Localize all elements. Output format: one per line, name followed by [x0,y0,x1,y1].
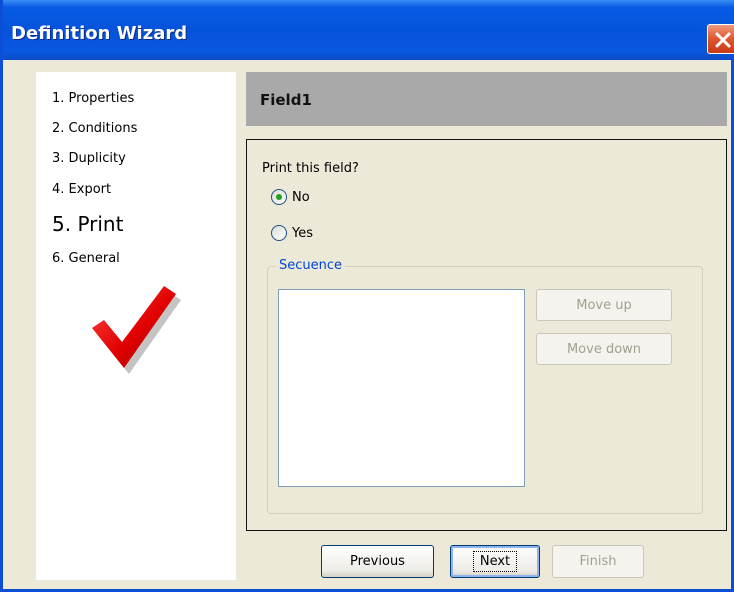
window-title: Definition Wizard [11,23,188,44]
radio-yes[interactable] [271,225,287,241]
title-bar[interactable]: Definition Wizard [3,0,734,60]
checkmark-icon [92,286,181,374]
step-export: 4. Export [52,182,112,197]
radio-no[interactable] [271,189,287,205]
finish-label: Finish [579,554,617,569]
move-down-button[interactable]: Move down [536,333,672,365]
field-header: Field1 [246,72,727,126]
sequence-label: Secuence [276,258,346,273]
print-options-panel: Print this field? No Yes Secuence Move u… [246,139,727,531]
radio-no-row[interactable]: No [271,189,310,205]
print-question: Print this field? [262,161,359,176]
sequence-groupbox: Secuence Move up Move down [267,258,703,514]
step-conditions: 2. Conditions [52,121,138,136]
step-print-current: 5. Print [52,212,124,236]
previous-label: Previous [350,554,405,569]
next-button[interactable]: Next [450,545,540,578]
close-icon [715,32,731,48]
step-duplicity: 3. Duplicity [52,151,126,166]
sequence-list[interactable] [278,289,525,487]
step-general: 6. General [52,251,120,266]
move-up-button[interactable]: Move up [536,289,672,321]
steps-panel: 1. Properties 2. Conditions 3. Duplicity… [36,72,236,580]
previous-button[interactable]: Previous [321,545,434,578]
close-button[interactable] [707,24,734,54]
radio-yes-row[interactable]: Yes [271,225,313,241]
radio-no-label[interactable]: No [292,190,310,205]
wizard-window: Definition Wizard 1. Properties 2. Condi… [0,0,734,592]
field-name: Field1 [260,91,312,109]
finish-button[interactable]: Finish [552,545,644,578]
next-label: Next [472,551,518,572]
radio-yes-label[interactable]: Yes [292,226,313,241]
step-properties: 1. Properties [52,91,135,106]
